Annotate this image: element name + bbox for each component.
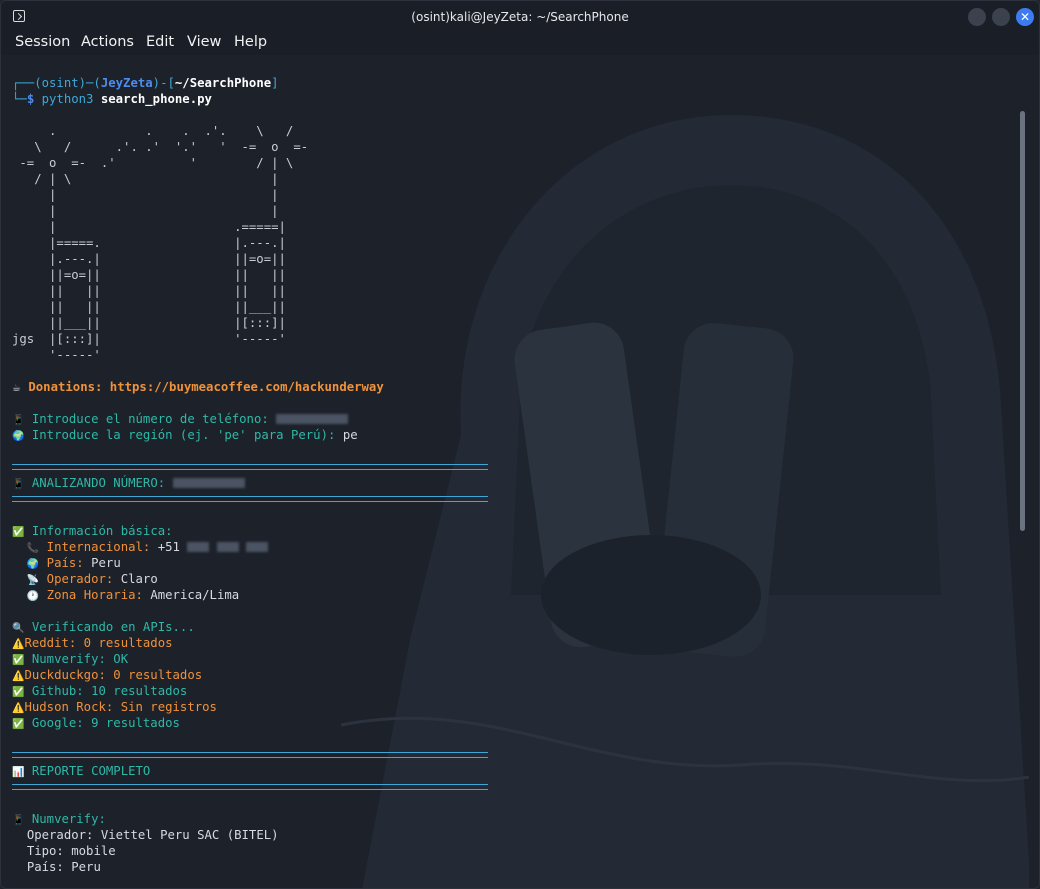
menu-bar: Session Actions Edit View Help — [1, 33, 1039, 55]
window-title: (osint)kali@JeyZeta: ~/SearchPhone — [411, 10, 629, 24]
prompt-line-1: ┌──(osint)─(JeyZeta)-[~/SearchPhone] — [12, 76, 279, 90]
scrollbar[interactable] — [1020, 111, 1025, 531]
ascii-art-line: ||___|| |[:::]| — [12, 316, 286, 330]
separator — [12, 752, 488, 758]
ascii-art-line: | | — [12, 204, 279, 218]
menu-actions[interactable]: Actions — [81, 34, 134, 50]
ascii-art-line: jgs |[:::]| '-----' — [12, 332, 286, 346]
title-bar[interactable]: (osint)kali@JeyZeta: ~/SearchPhone ✕ — [1, 1, 1039, 33]
hooded-figure-wallpaper — [341, 115, 1029, 888]
ascii-art-line: | | — [12, 188, 279, 202]
separator — [12, 464, 488, 470]
ascii-art-line: '-----' — [12, 348, 101, 362]
ascii-art-line: || || ||___|| — [12, 300, 286, 314]
region-input-line: 🌍 Introduce la región (ej. 'pe' para Per… — [12, 428, 358, 442]
report-title: 📊 REPORTE COMPLETO — [12, 764, 151, 778]
ascii-art-line: | .=====| — [12, 220, 286, 234]
redacted-phone — [276, 414, 349, 424]
ascii-art-line: || || || || — [12, 284, 286, 298]
maximize-button[interactable] — [992, 8, 1010, 26]
ascii-art-line: -= o =- .' ' / | \ — [12, 156, 294, 170]
basic-info-row: 🕐 Zona Horaria: America/Lima — [26, 588, 240, 602]
analyzing-line: 📱 ANALIZANDO NÚMERO: — [12, 475, 245, 493]
ascii-art-line: ||=o=|| || || — [12, 268, 286, 282]
ascii-art-line: / | \ | — [12, 172, 279, 186]
ascii-art-line: |.---.| ||=o=|| — [12, 252, 286, 266]
menu-session[interactable]: Session — [15, 34, 70, 50]
terminal-output[interactable]: ┌──(osint)─(JeyZeta)-[~/SearchPhone] └─$… — [1, 55, 1029, 888]
redacted-digits — [187, 542, 210, 552]
redacted-digits — [216, 542, 239, 552]
numverify-row: Operador: Viettel Peru SAC (BITEL) — [26, 828, 279, 842]
ascii-art-line: |=====. |.---.| — [12, 236, 286, 250]
menu-edit[interactable]: Edit — [146, 34, 174, 50]
terminal-window: (osint)kali@JeyZeta: ~/SearchPhone ✕ Ses… — [0, 0, 1040, 889]
close-button[interactable]: ✕ — [1016, 8, 1034, 26]
donations-line: ☕ Donations: https://buymeacoffee.com/ha… — [12, 380, 384, 394]
ascii-art-line: . . . .'. \ / — [12, 124, 294, 138]
redacted-digits — [246, 542, 269, 552]
ascii-art-line: \ / .'. .' '.' ' -= o =- — [12, 140, 309, 154]
numverify-row: Tipo: mobile — [26, 844, 116, 858]
separator — [12, 784, 488, 790]
prompt-line-2: └─$ python3 search_phone.py — [12, 92, 212, 106]
minimize-button[interactable] — [968, 8, 986, 26]
menu-help[interactable]: Help — [234, 34, 267, 50]
api-result-row: ✅ Google: 9 resultados — [12, 716, 180, 730]
redacted-number — [172, 478, 245, 488]
numverify-row: País: Peru — [26, 860, 101, 874]
menu-view[interactable]: View — [187, 34, 221, 50]
separator — [12, 496, 488, 502]
